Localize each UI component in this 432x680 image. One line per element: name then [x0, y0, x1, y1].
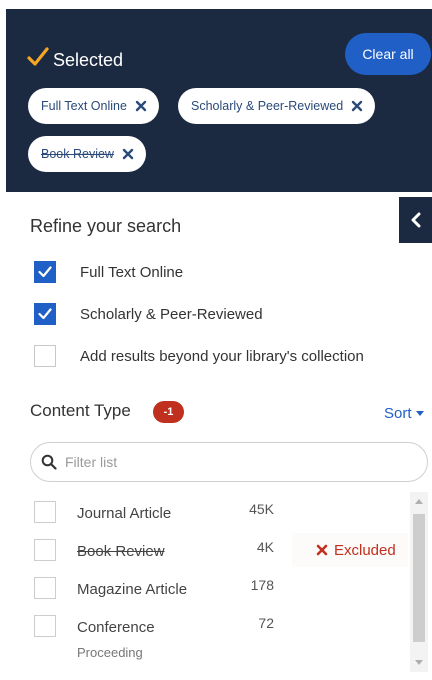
- content-type-list: Journal Article 45K Book Review 4K Exclu…: [0, 492, 410, 672]
- checkbox[interactable]: [34, 577, 56, 599]
- checkbox[interactable]: [34, 261, 56, 283]
- excluded-count-badge: -1: [153, 401, 184, 423]
- scroll-up-icon[interactable]: [415, 499, 423, 504]
- chip-label: Scholarly & Peer-Reviewed: [191, 99, 344, 113]
- search-icon: [41, 454, 57, 470]
- close-icon: [316, 544, 328, 556]
- sort-label: Sort: [384, 405, 412, 422]
- checkbox[interactable]: [34, 501, 56, 523]
- item-label: Journal Article: [77, 505, 172, 522]
- chip-label: Full Text Online: [41, 99, 127, 113]
- item-count: 45K: [249, 501, 274, 517]
- item-label: Conference: [77, 619, 155, 636]
- selected-title: Selected: [53, 50, 124, 70]
- chip-label: Book Review: [41, 147, 114, 161]
- remove-icon[interactable]: [351, 100, 363, 112]
- checkbox-label: Add results beyond your library's collec…: [80, 347, 364, 365]
- clear-all-button[interactable]: Clear all: [345, 33, 431, 75]
- checkbox-label: Scholarly & Peer-Reviewed: [80, 305, 263, 323]
- selected-chip-full-text-online[interactable]: Full Text Online: [28, 88, 159, 124]
- selected-chip-scholarly[interactable]: Scholarly & Peer-Reviewed: [178, 88, 376, 124]
- refine-option-full-text-online[interactable]: Full Text Online: [34, 261, 183, 283]
- remove-icon[interactable]: [122, 148, 134, 160]
- item-count: 72: [258, 615, 274, 631]
- excluded-label: Excluded: [334, 541, 396, 559]
- item-label-line2: Proceeding: [77, 645, 143, 660]
- checkbox[interactable]: [34, 345, 56, 367]
- chevron-left-icon: [411, 212, 420, 228]
- checkbox[interactable]: [34, 303, 56, 325]
- remove-icon[interactable]: [135, 100, 147, 112]
- scroll-down-icon[interactable]: [415, 660, 423, 665]
- checkmark-icon: [27, 47, 49, 66]
- filter-list-input[interactable]: [65, 454, 395, 470]
- scroll-thumb[interactable]: [413, 514, 425, 642]
- checkbox[interactable]: [34, 539, 56, 561]
- refine-option-scholarly[interactable]: Scholarly & Peer-Reviewed: [34, 303, 263, 325]
- checkbox-label: Full Text Online: [80, 263, 184, 281]
- selected-filters-panel: Selected Clear all Full Text Online Scho…: [6, 9, 432, 192]
- selected-chip-book-review[interactable]: Book Review: [28, 136, 146, 172]
- list-scrollbar[interactable]: [410, 492, 428, 672]
- refine-heading: Refine your search: [30, 216, 182, 236]
- caret-down-icon: [415, 411, 424, 416]
- content-type-heading: Content Type: [30, 401, 131, 420]
- item-count: 178: [250, 577, 274, 593]
- sort-dropdown[interactable]: Sort: [384, 405, 424, 422]
- collapse-panel-button[interactable]: [399, 197, 432, 243]
- refine-option-beyond-library[interactable]: Add results beyond your library's collec…: [34, 345, 364, 367]
- excluded-toggle[interactable]: Excluded: [292, 533, 408, 567]
- item-label: Magazine Article: [77, 581, 188, 598]
- check-icon: [38, 266, 52, 278]
- checkbox[interactable]: [34, 615, 56, 637]
- item-count: 4K: [256, 539, 274, 555]
- item-label: Book Review: [77, 543, 165, 560]
- check-icon: [38, 308, 52, 320]
- filter-list-box: [30, 442, 428, 482]
